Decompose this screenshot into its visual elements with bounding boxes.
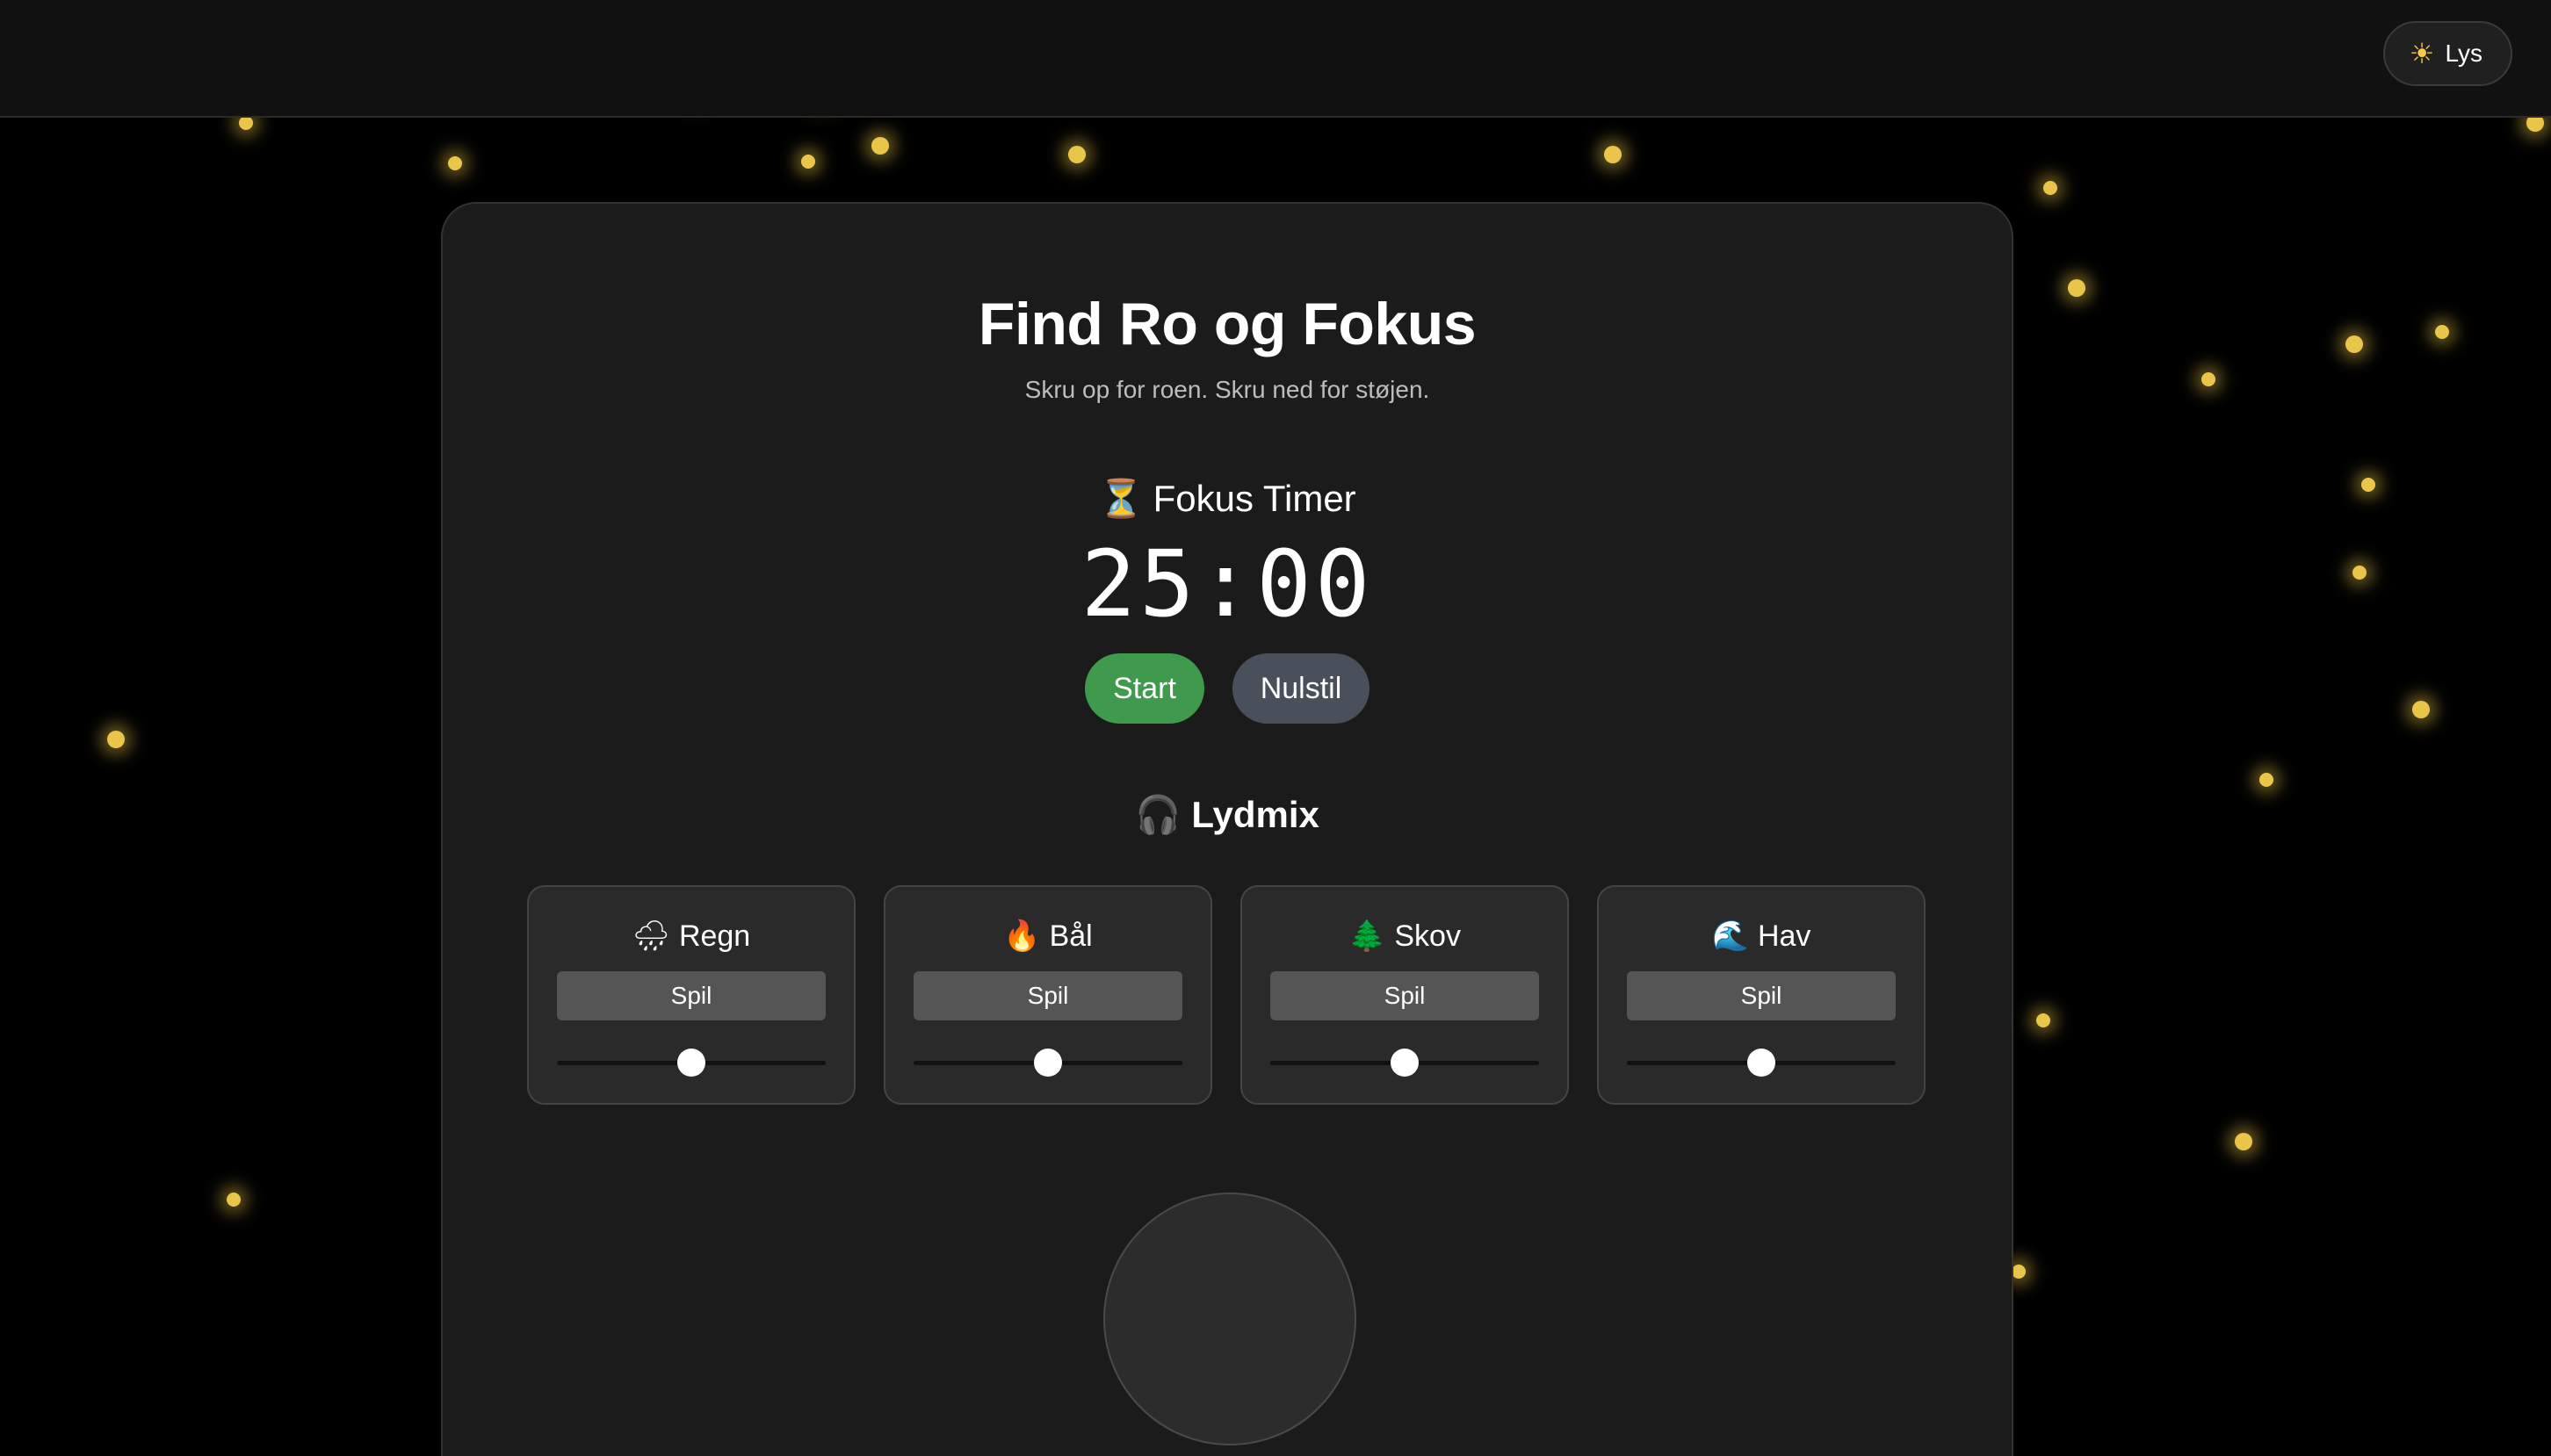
sound-card-title: 🌲 Skov xyxy=(1242,919,1567,954)
slider-thumb[interactable] xyxy=(1391,1049,1419,1077)
firefly-particle xyxy=(801,155,815,169)
firefly-particle xyxy=(871,137,889,155)
sound-card-regn: 🌧 Regn Spil xyxy=(527,885,856,1105)
rain-cloud-icon: 🌧 xyxy=(632,919,670,953)
wave-icon: 🌊 xyxy=(1711,919,1749,953)
volume-slider[interactable] xyxy=(914,1049,1182,1077)
firefly-particle xyxy=(2435,325,2449,339)
page: ☀ Lys Find Ro og Fokus Skru op for roen.… xyxy=(0,0,2551,1456)
sound-name: Skov xyxy=(1394,919,1461,953)
sound-card-title: 🌊 Hav xyxy=(1599,919,1924,954)
firefly-particle xyxy=(227,1193,241,1207)
volume-slider[interactable] xyxy=(1627,1049,1896,1077)
play-button[interactable]: Spil xyxy=(1627,971,1896,1020)
firefly-particle xyxy=(2412,701,2430,718)
firefly-particle xyxy=(2036,1013,2050,1027)
headphones-icon: 🎧 xyxy=(1135,794,1182,835)
breathing-circle[interactable] xyxy=(1103,1193,1356,1445)
firefly-particle xyxy=(1604,146,1622,163)
slider-thumb[interactable] xyxy=(1747,1049,1775,1077)
sound-card-hav: 🌊 Hav Spil xyxy=(1597,885,1926,1105)
volume-slider[interactable] xyxy=(557,1049,826,1077)
firefly-particle xyxy=(239,116,253,130)
firefly-particle xyxy=(2012,1265,2026,1279)
firefly-particle xyxy=(2259,773,2273,787)
firefly-particle xyxy=(1068,146,1086,163)
slider-thumb[interactable] xyxy=(1034,1049,1062,1077)
sound-name: Regn xyxy=(678,919,751,953)
firefly-particle xyxy=(107,731,125,748)
firefly-particle xyxy=(2361,478,2375,492)
firefly-particle xyxy=(2352,566,2367,580)
timer-display: 25:00 xyxy=(1080,530,1374,638)
firefly-particle xyxy=(2068,279,2085,297)
top-bar: ☀ Lys xyxy=(0,0,2551,118)
sound-name: Hav xyxy=(1757,919,1811,953)
page-subtitle: Skru op for roen. Skru ned for støjen. xyxy=(1024,376,1430,403)
firefly-particle xyxy=(2345,335,2363,353)
theme-toggle-label: Lys xyxy=(2445,40,2482,67)
firefly-particle xyxy=(2043,181,2057,195)
sound-mix-heading: 🎧 Lydmix xyxy=(443,794,2012,837)
firefly-particle xyxy=(2201,372,2215,386)
sound-card-bal: 🔥 Bål Spil xyxy=(884,885,1212,1105)
sound-mix-title: Lydmix xyxy=(1191,794,1319,835)
timer-heading: ⏳ Fokus Timer xyxy=(443,478,2012,521)
reset-button[interactable]: Nulstil xyxy=(1232,653,1369,724)
volume-slider[interactable] xyxy=(1270,1049,1539,1077)
sound-card-title: 🔥 Bål xyxy=(885,919,1210,954)
timer-controls: Start Nulstil xyxy=(443,653,2012,724)
hourglass-icon: ⏳ xyxy=(1098,478,1145,519)
firefly-particle xyxy=(448,156,462,170)
sound-card-title: 🌧 Regn xyxy=(529,919,854,954)
sound-cards: 🌧 Regn Spil 🔥 Bål Spil 🌲 Skov Spil 🌊 Hav… xyxy=(527,885,1926,1105)
fire-icon: 🔥 xyxy=(1003,919,1041,953)
page-title: Find Ro og Fokus xyxy=(978,291,1477,357)
theme-toggle-button[interactable]: ☀ Lys xyxy=(2382,21,2512,86)
play-button[interactable]: Spil xyxy=(1270,971,1539,1020)
slider-thumb[interactable] xyxy=(677,1049,705,1077)
play-button[interactable]: Spil xyxy=(914,971,1182,1020)
tree-icon: 🌲 xyxy=(1348,919,1386,953)
main-panel: Find Ro og Fokus Skru op for roen. Skru … xyxy=(441,202,2013,1456)
sound-card-skov: 🌲 Skov Spil xyxy=(1240,885,1569,1105)
firefly-particle xyxy=(2235,1133,2252,1150)
sound-name: Bål xyxy=(1049,919,1093,953)
sun-icon: ☀ xyxy=(2409,38,2435,69)
start-button[interactable]: Start xyxy=(1085,653,1204,724)
play-button[interactable]: Spil xyxy=(557,971,826,1020)
timer-heading-label: Fokus Timer xyxy=(1153,478,1356,519)
